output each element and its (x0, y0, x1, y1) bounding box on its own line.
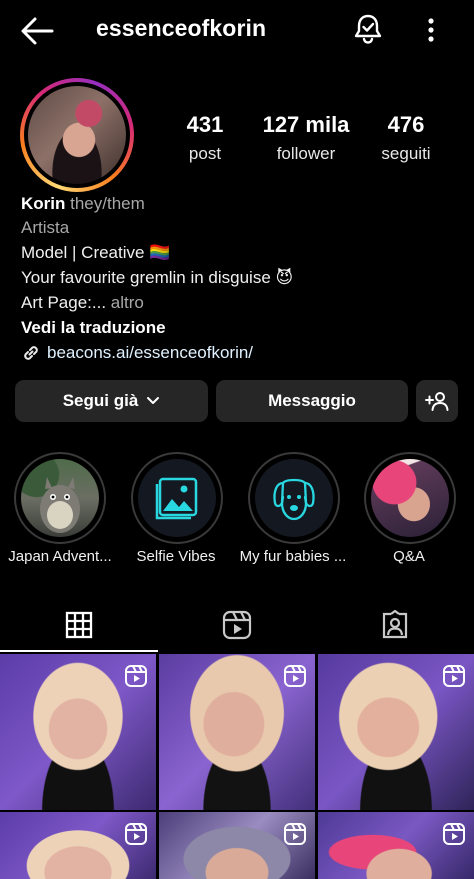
message-button[interactable]: Messaggio (216, 380, 408, 422)
grid-icon (65, 611, 93, 639)
smiling-devil-icon: 😈 (275, 268, 294, 287)
stat-posts[interactable]: 431 post (180, 112, 230, 164)
bio-line-1: Model | Creative 🏳️‍🌈 (21, 241, 461, 265)
dog-icon (273, 478, 315, 521)
post-tile[interactable] (0, 812, 156, 879)
bio-line-3-text: Art Page:... (21, 293, 107, 312)
rainbow-flag-icon: 🏳️‍🌈 (149, 243, 171, 262)
reel-badge-icon (443, 665, 465, 687)
link-icon (24, 346, 38, 360)
website-link[interactable]: beacons.ai/essenceofkorin/ (47, 341, 253, 365)
highlight-qa-cover (371, 459, 449, 537)
avatar-image (28, 86, 126, 184)
tab-active-indicator (0, 650, 158, 652)
post-tile[interactable] (159, 812, 315, 879)
avatar[interactable] (20, 78, 134, 192)
stat-posts-value: 431 (186, 112, 224, 137)
add-user-button[interactable] (416, 380, 458, 422)
bio-category: Artista (21, 218, 70, 237)
tab-reels[interactable] (158, 598, 316, 652)
following-button-label: Segui già (62, 391, 139, 410)
post-tile[interactable] (318, 654, 474, 810)
back-arrow-icon[interactable] (20, 16, 54, 46)
post-tile[interactable] (0, 654, 156, 810)
stat-followers-value: 127 mila (262, 112, 350, 137)
highlight-selfie-vibes-cover (138, 459, 216, 537)
pronouns: they/them (70, 194, 145, 213)
reels-icon (222, 610, 252, 640)
stat-following-value: 476 (387, 112, 425, 137)
display-name: Korin (21, 194, 66, 213)
highlight-label-qa: Q&A (393, 548, 425, 565)
reel-badge-icon (125, 665, 147, 687)
tab-posts-grid[interactable] (0, 598, 158, 652)
reel-badge-icon (284, 665, 306, 687)
tab-tagged[interactable] (316, 598, 474, 652)
top-bar: essenceofkorin (0, 0, 474, 60)
highlight-fur-babies-cover (255, 459, 333, 537)
highlight-fur-babies[interactable] (248, 452, 340, 544)
tagged-user-icon (382, 610, 408, 639)
bio-website[interactable]: beacons.ai/essenceofkorin/ (21, 341, 461, 365)
highlight-label-fur-babies: My fur babies ... (239, 548, 347, 565)
reel-badge-icon (443, 823, 465, 845)
post-tile[interactable] (318, 812, 474, 879)
notification-bell-icon[interactable] (352, 13, 384, 45)
profile-username: essenceofkorin (96, 15, 267, 41)
add-user-icon (425, 392, 449, 411)
bio-more-link[interactable]: altro (111, 293, 144, 312)
stat-following[interactable]: 476 seguiti (372, 112, 440, 164)
highlight-japan[interactable] (14, 452, 106, 544)
bio-line-3[interactable]: Art Page:... altro (21, 291, 461, 315)
bio-line-2-text: Your favourite gremlin in disguise (21, 268, 271, 287)
reel-badge-icon (125, 823, 147, 845)
more-options-icon[interactable] (420, 14, 442, 46)
following-button[interactable]: Segui già (15, 380, 208, 422)
photo-gallery-icon (155, 477, 198, 520)
stat-followers-label: follower (276, 144, 336, 163)
highlight-selfie-vibes[interactable] (131, 452, 223, 544)
bio-line-2: Your favourite gremlin in disguise 😈 (21, 266, 461, 290)
reel-badge-icon (284, 823, 306, 845)
highlight-qa[interactable] (364, 452, 456, 544)
totoro-icon (40, 477, 80, 533)
bio-line-1-text: Model | Creative (21, 243, 145, 262)
post-tile[interactable] (159, 654, 315, 810)
bio-name-line: Korin they/them (21, 192, 461, 216)
stat-posts-label: post (188, 144, 222, 163)
stat-followers[interactable]: 127 mila follower (250, 112, 362, 164)
highlight-japan-cover (21, 459, 99, 537)
see-translation-link[interactable]: Vedi la traduzione (21, 316, 461, 340)
highlight-label-japan: Japan Advent... (8, 548, 112, 565)
stat-following-label: seguiti (381, 144, 431, 163)
message-button-label: Messaggio (268, 391, 356, 410)
avatar-border (24, 82, 130, 188)
chevron-down-icon (147, 397, 160, 404)
highlight-label-selfie: Selfie Vibes (136, 548, 216, 565)
